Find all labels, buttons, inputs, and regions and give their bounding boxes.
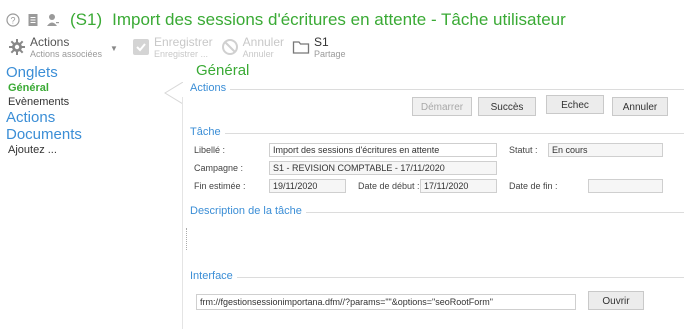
share-label: S1 xyxy=(314,35,329,49)
description-group-label: Description de la tâche xyxy=(190,205,306,217)
task-code: (S1) xyxy=(70,10,103,29)
actions-label: Actions xyxy=(30,35,70,49)
svg-text:?: ? xyxy=(10,16,15,26)
cancel-toolbar-button[interactable]: Annuler Annuler xyxy=(221,36,284,59)
cancel-button[interactable]: Annuler xyxy=(612,97,668,116)
share-button[interactable]: S1 Partage xyxy=(292,36,346,59)
sidebar: Onglets Général Evènements Actions Docum… xyxy=(0,64,180,329)
task-group-line xyxy=(190,133,684,134)
open-button[interactable]: Ouvrir xyxy=(588,291,644,310)
interface-group-line xyxy=(190,277,684,278)
fin-estimee-field[interactable]: 19/11/2020 xyxy=(269,179,346,193)
date-debut-label: Date de début : xyxy=(358,181,420,191)
date-fin-label: Date de fin : xyxy=(509,181,558,191)
task-group-label: Tâche xyxy=(190,126,225,138)
section-title: Général xyxy=(196,62,250,79)
check-icon xyxy=(132,38,150,56)
toolbar: Actions Actions associées ▼ Enregistrer … xyxy=(8,36,354,64)
actions-sublabel: Actions associées xyxy=(30,49,103,59)
share-sublabel: Partage xyxy=(314,49,346,59)
campagne-field[interactable]: S1 - REVISION COMPTABLE - 17/11/2020 xyxy=(269,161,497,175)
date-fin-field[interactable] xyxy=(588,179,663,193)
document-icon[interactable] xyxy=(26,13,40,27)
libelle-field[interactable]: Import des sessions d'écritures en atten… xyxy=(269,143,497,157)
success-button[interactable]: Succès xyxy=(478,97,536,116)
interface-url-field[interactable]: frm://fgestionsessionimportana.dfm//?par… xyxy=(196,294,576,310)
fail-button[interactable]: Echec xyxy=(546,95,604,114)
sidebar-item-general[interactable]: Général xyxy=(0,81,180,95)
actions-group-line xyxy=(190,89,684,90)
sidebar-documents-title[interactable]: Documents xyxy=(0,126,180,143)
user-icon[interactable] xyxy=(46,13,60,27)
save-sublabel: Enregistrer ... xyxy=(153,49,208,59)
sidebar-add-document[interactable]: Ajoutez ... xyxy=(0,143,180,157)
description-textarea[interactable] xyxy=(190,220,684,268)
fin-estimee-label: Fin estimée : xyxy=(194,181,246,191)
main-panel: Général Actions Démarrer Succès Echec An… xyxy=(184,62,684,329)
cancel-icon xyxy=(221,38,239,56)
sidebar-divider xyxy=(182,97,183,329)
page-title: Import des sessions d'écritures en atten… xyxy=(112,10,566,29)
chevron-down-icon[interactable]: ▼ xyxy=(110,44,118,53)
cancel-label: Annuler xyxy=(242,35,285,49)
actions-group-label: Actions xyxy=(190,82,231,94)
help-icon[interactable]: ? xyxy=(6,13,20,27)
save-button[interactable]: Enregistrer Enregistrer ... xyxy=(132,36,213,59)
resize-grip-icon[interactable] xyxy=(186,228,189,250)
gear-icon xyxy=(8,38,26,56)
actions-button[interactable]: Actions Actions associées ▼ xyxy=(8,36,124,59)
cancel-sublabel: Annuler xyxy=(242,49,274,59)
title-bar: ? (S1) Import des sessions d'écritures e… xyxy=(6,8,566,32)
sidebar-actions-title[interactable]: Actions xyxy=(0,109,180,126)
start-button[interactable]: Démarrer xyxy=(412,97,472,116)
interface-group-label: Interface xyxy=(190,270,237,282)
statut-field[interactable]: En cours xyxy=(548,143,663,157)
save-label: Enregistrer xyxy=(153,35,213,49)
libelle-label: Libellé : xyxy=(194,145,226,155)
campagne-label: Campagne : xyxy=(194,163,244,173)
sidebar-item-evenements[interactable]: Evènements xyxy=(0,95,180,109)
active-tab-pointer xyxy=(164,82,183,104)
sidebar-onglets-title: Onglets xyxy=(6,64,58,81)
folder-icon xyxy=(292,38,310,56)
date-debut-field[interactable]: 17/11/2020 xyxy=(420,179,497,193)
statut-label: Statut : xyxy=(509,145,538,155)
